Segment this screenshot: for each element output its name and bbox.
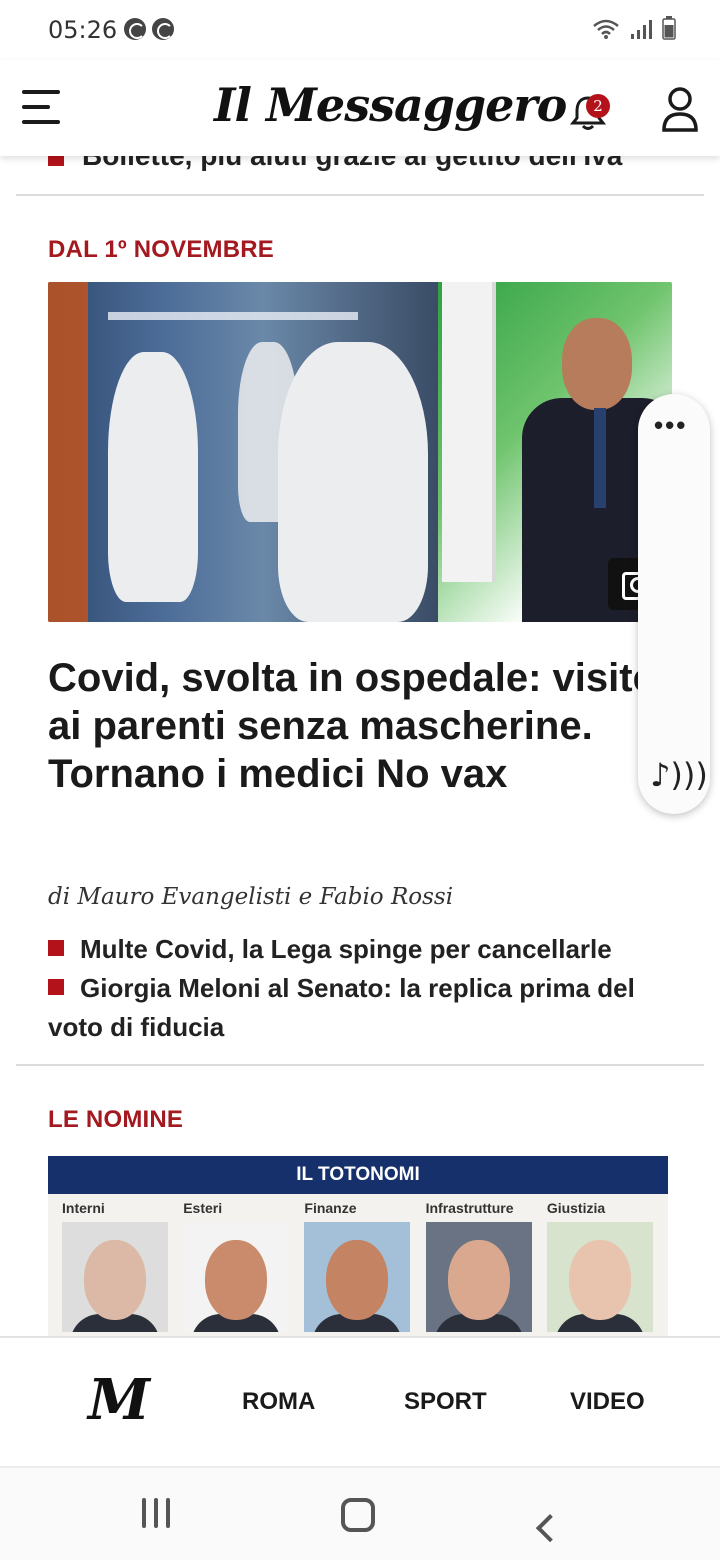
audio-player-panel[interactable]: ••• ♪))) [638, 394, 710, 814]
app-header: Il Messaggero 2 [0, 60, 720, 156]
hospital-photo [48, 282, 438, 622]
divider [16, 194, 704, 196]
divider [16, 1064, 704, 1066]
previous-related-link[interactable]: Bollette, più aiuti grazie al gettito de… [48, 156, 622, 172]
totonomi-column: Esteri [183, 1200, 290, 1332]
previous-related-text: Bollette, più aiuti grazie al gettito de… [82, 156, 622, 171]
recent-apps-icon[interactable] [142, 1498, 170, 1528]
totonomi-column: Giustizia [546, 1200, 654, 1332]
menu-icon[interactable] [22, 90, 60, 124]
bullet-square-icon [48, 979, 64, 995]
app-notification-icon [124, 18, 146, 40]
totonomi-column: Interni [62, 1200, 169, 1332]
app-notification-icon [152, 18, 174, 40]
tab-roma[interactable]: ROMA [242, 1388, 315, 1416]
related-link[interactable]: Multe Covid, la Lega spinge per cancella… [48, 930, 678, 969]
tab-home-logo[interactable]: M [88, 1372, 150, 1428]
totonomi-title: IL TOTONOMI [48, 1156, 668, 1194]
status-system-icons [592, 16, 676, 40]
notification-badge: 2 [586, 94, 610, 118]
site-logo[interactable]: Il Messaggero [214, 78, 567, 132]
user-icon[interactable] [660, 86, 700, 132]
system-navigation-bar [0, 1466, 720, 1560]
wifi-icon [593, 19, 619, 39]
bullet-square-icon [48, 156, 64, 166]
home-icon[interactable] [341, 1498, 375, 1532]
totonomi-column: Infrastrutture [425, 1200, 533, 1332]
article-headline[interactable]: Covid, svolta in ospedale: visite ai par… [48, 654, 668, 798]
battery-icon [662, 16, 676, 40]
more-options-icon[interactable]: ••• [654, 412, 687, 438]
status-notification-icons [124, 18, 174, 40]
totonomi-image[interactable]: IL TOTONOMI Interni Esteri Finanze Infra… [48, 1156, 668, 1336]
back-icon[interactable] [535, 1514, 565, 1543]
article-kicker[interactable]: LE NOMINE [48, 1106, 183, 1134]
bottom-tab-bar: M ROMA SPORT VIDEO [0, 1336, 720, 1466]
article-kicker[interactable]: DAL 1º NOVEMBRE [48, 236, 274, 264]
bullet-square-icon [48, 940, 64, 956]
tab-video[interactable]: VIDEO [570, 1388, 645, 1416]
article-feed[interactable]: Bollette, più aiuti grazie al gettito de… [0, 156, 720, 1336]
status-time: 05:26 [48, 16, 118, 44]
signal-icon [631, 20, 652, 39]
article-hero-image[interactable] [48, 282, 672, 622]
status-bar: 05:26 [0, 0, 720, 60]
audio-play-icon[interactable]: ♪))) [650, 756, 708, 794]
totonomi-column: Finanze [304, 1200, 411, 1332]
article-byline: di Mauro Evangelisti e Fabio Rossi [48, 884, 454, 910]
tab-sport[interactable]: SPORT [404, 1388, 487, 1416]
related-link[interactable]: Giorgia Meloni al Senato: la replica pri… [48, 969, 678, 1047]
